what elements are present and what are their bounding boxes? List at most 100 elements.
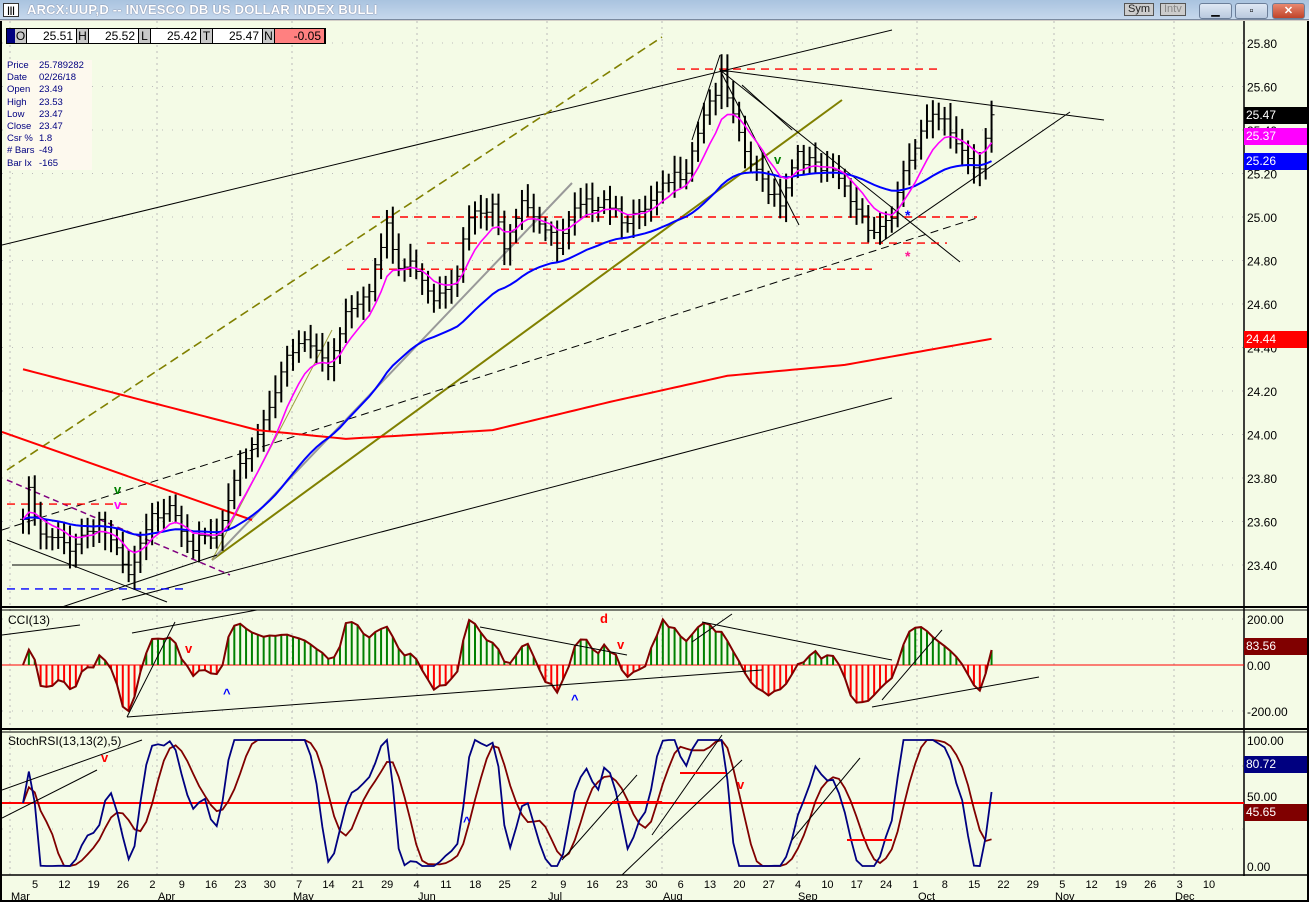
maximize-button[interactable]: ▫ — [1235, 3, 1268, 19]
price-tick: 24.20 — [1247, 385, 1277, 399]
date-tick: 9 — [179, 879, 185, 891]
date-tick: 13 — [704, 879, 716, 891]
annotation-blue-star: * — [905, 207, 911, 223]
stoch-k-tag: 80.72 — [1244, 756, 1307, 773]
info-value: -165 — [39, 157, 59, 169]
month-label: Mar — [11, 891, 30, 902]
month-label: Apr — [158, 891, 175, 902]
stoch-tick: 0.00 — [1247, 860, 1271, 874]
info-row: Close 23.47 — [7, 121, 92, 133]
date-tick: 27 — [763, 879, 775, 891]
chart-canvas[interactable]: v v v * * 25.8025.6025.4025.2025.0024.80… — [2, 21, 1309, 902]
month-label: Sep — [798, 891, 818, 902]
info-row: Bar Ix -165 — [7, 158, 92, 170]
stoch-tick: 50.00 — [1247, 790, 1277, 804]
info-row: # Bars -49 — [7, 145, 92, 157]
date-tick: 20 — [733, 879, 745, 891]
date-tick: 12 — [1085, 879, 1097, 891]
date-tick: 6 — [678, 879, 684, 891]
date-axis: 5 12 19 26 2 9 16 23 30 7 14 21 29 4 11 18 25 2 9 16 23 30 6 13… — [11, 879, 1215, 902]
annotation-green-v: v — [774, 152, 782, 167]
info-key: Close — [7, 121, 32, 133]
info-key: Price — [7, 60, 29, 71]
stoch-annotation-caret: ^ — [463, 814, 471, 829]
annotation-green-v: v — [114, 482, 122, 497]
change-label: N — [263, 29, 275, 43]
date-tick: 2 — [531, 879, 537, 891]
info-value: 1.8 — [39, 133, 53, 145]
stoch-annotation-v: v — [101, 750, 109, 765]
info-key: Csr % — [7, 133, 33, 145]
high-label: H — [77, 29, 89, 43]
date-tick: 30 — [264, 879, 276, 891]
month-label: Jul — [548, 891, 562, 902]
info-key: Date — [7, 72, 28, 84]
date-tick: 1 — [912, 879, 918, 891]
price-tick: 23.60 — [1247, 516, 1277, 530]
minimize-button[interactable]: ▁ — [1199, 3, 1232, 19]
open-label: O — [15, 29, 27, 43]
cci-annotation-caret: ^ — [223, 686, 231, 701]
change-value: -0.05 — [275, 29, 325, 43]
stoch-annotation-v: v — [737, 777, 745, 792]
cci-annotation-v: v — [185, 641, 193, 656]
cci-annotation-v: v — [617, 637, 625, 652]
intv-toggle[interactable]: Intv — [1160, 3, 1186, 16]
app-chart-icon: ||| — [3, 3, 19, 17]
top-resistance-line — [719, 69, 1105, 121]
date-tick: 4 — [413, 879, 419, 891]
month-label: May — [293, 891, 314, 902]
date-tick: 3 — [1177, 879, 1183, 891]
price-tick: 25.80 — [1247, 37, 1277, 51]
date-tick: 19 — [88, 879, 100, 891]
cci-annotation-d: d — [600, 611, 608, 626]
date-tick: 16 — [205, 879, 217, 891]
last-value: 25.47 — [213, 29, 263, 43]
price-tick: 24.00 — [1247, 429, 1277, 443]
ma-slow-tag: 24.44 — [1244, 331, 1307, 348]
price-tick: 24.80 — [1247, 255, 1277, 269]
ema-fast-line — [22, 113, 993, 554]
date-tick: 30 — [645, 879, 657, 891]
date-tick: 14 — [322, 879, 334, 891]
annotation-magenta-v: v — [114, 497, 122, 512]
date-tick: 4 — [795, 879, 801, 891]
close-button[interactable]: ✕ — [1272, 3, 1305, 19]
cci-annotation-caret: ^ — [571, 692, 579, 707]
cursor-info-box: Price 25.789282 Date 02/26/18 Open 23.49 High 2… — [6, 60, 92, 170]
cci-value-tag: 83.56 — [1244, 638, 1307, 655]
cci-tick: 200.00 — [1247, 613, 1284, 627]
open-value: 25.51 — [27, 29, 77, 43]
info-value: 23.47 — [39, 121, 63, 133]
date-tick: 21 — [352, 879, 364, 891]
date-tick: 17 — [851, 879, 863, 891]
last-label: T — [201, 29, 213, 43]
date-tick: 19 — [1115, 879, 1127, 891]
upper-channel-line — [2, 29, 893, 246]
date-tick: 25 — [498, 879, 510, 891]
info-value: 23.53 — [39, 96, 63, 108]
info-key: Bar Ix — [7, 157, 32, 169]
red-downtrend-line — [2, 431, 253, 521]
info-key: # Bars — [7, 145, 35, 157]
stoch-title: StochRSI(13,13(2),5) — [8, 734, 121, 748]
info-row: Price 25.789282 — [7, 60, 92, 72]
chart-window[interactable]: v v v * * 25.8025.6025.4025.2025.0024.80… — [0, 21, 1309, 902]
price-tick: 24.60 — [1247, 298, 1277, 312]
stoch-d-tag: 45.65 — [1244, 804, 1307, 821]
date-tick: 22 — [997, 879, 1009, 891]
price-bars — [20, 54, 995, 590]
price-tick: 25.60 — [1247, 81, 1277, 95]
sym-toggle[interactable]: Sym — [1124, 3, 1154, 16]
high-value: 25.52 — [89, 29, 139, 43]
month-label: Jun — [418, 891, 436, 902]
date-tick: 29 — [381, 879, 393, 891]
info-value: 23.49 — [39, 84, 63, 96]
date-tick: 5 — [1059, 879, 1065, 891]
annotation-magenta-star: * — [905, 248, 911, 264]
ema-mid-line — [22, 160, 992, 536]
cci-title: CCI(13) — [8, 613, 50, 627]
month-label: Dec — [1175, 891, 1195, 902]
date-tick: 15 — [968, 879, 980, 891]
date-tick: 5 — [32, 879, 38, 891]
